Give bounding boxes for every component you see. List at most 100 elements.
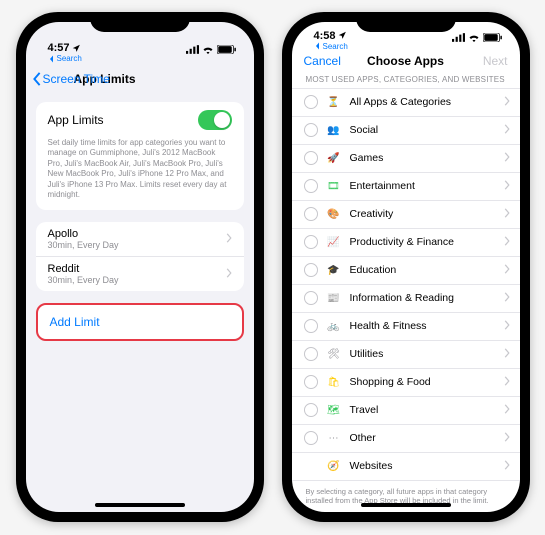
wifi-icon	[468, 33, 480, 42]
category-row[interactable]: 🚲 Health & Fitness	[292, 313, 520, 341]
category-label: Shopping & Food	[350, 376, 496, 388]
home-indicator[interactable]	[95, 503, 185, 507]
status-time: 4:58	[314, 30, 336, 42]
chevron-right-icon	[504, 93, 510, 111]
limit-name: Reddit	[48, 263, 119, 275]
screen-right: 4:58 Search Cancel	[292, 22, 520, 512]
signal-icon	[186, 45, 199, 54]
category-icon: 🚲	[326, 318, 342, 334]
location-icon	[72, 44, 81, 53]
category-label: Websites	[350, 460, 496, 472]
app-limits-card: App Limits Set daily time limits for app…	[36, 102, 244, 210]
category-icon: 🛍	[326, 374, 342, 390]
category-row[interactable]: 🛍 Shopping & Food	[292, 369, 520, 397]
app-limits-desc: Set daily time limits for app categories…	[36, 138, 244, 210]
navbar: Screen Time App Limits	[26, 64, 254, 94]
chevron-right-icon	[226, 230, 232, 248]
radio-icon[interactable]	[304, 235, 318, 249]
chevron-right-icon	[504, 345, 510, 363]
radio-icon[interactable]	[304, 95, 318, 109]
chevron-right-icon	[504, 401, 510, 419]
location-icon	[338, 31, 347, 40]
radio-icon[interactable]	[304, 263, 318, 277]
category-icon: 🗺	[326, 402, 342, 418]
cancel-button[interactable]: Cancel	[304, 54, 341, 68]
radio-icon[interactable]	[304, 291, 318, 305]
category-row[interactable]: ⏳ All Apps & Categories	[292, 89, 520, 117]
category-icon: 🚀	[326, 150, 342, 166]
notch	[356, 12, 456, 32]
content: App Limits Set daily time limits for app…	[26, 94, 254, 512]
signal-icon	[452, 33, 465, 42]
category-list: ⏳ All Apps & Categories 👥Social🚀Games 🎞 Ente…	[292, 88, 520, 481]
category-label: Entertainment	[350, 180, 496, 192]
category-icon: 📈	[326, 234, 342, 250]
radio-icon[interactable]	[304, 431, 318, 445]
breadcrumb-search[interactable]: Search	[26, 54, 254, 64]
screen-left: 4:57 Search	[26, 22, 254, 512]
section-header: MOST USED APPS, CATEGORIES, AND WEBSITES	[292, 71, 520, 88]
home-indicator[interactable]	[361, 503, 451, 507]
next-button[interactable]: Next	[483, 54, 508, 68]
toggle-label: App Limits	[48, 113, 104, 127]
battery-icon	[217, 45, 236, 54]
limit-sub: 30min, Every Day	[48, 275, 119, 285]
category-row[interactable]: 🚀Games	[292, 145, 520, 173]
category-label: Utilities	[350, 348, 496, 360]
radio-icon[interactable]	[304, 403, 318, 417]
category-row[interactable]: 📰Information & Reading	[292, 285, 520, 313]
chevron-right-icon	[504, 205, 510, 223]
category-icon: ⋯	[326, 430, 342, 446]
category-label: All Apps & Categories	[350, 96, 496, 108]
category-icon: ⏳	[326, 94, 342, 110]
add-limit-button[interactable]: Add Limit	[36, 303, 244, 341]
chevron-right-icon	[504, 429, 510, 447]
app-limits-toggle-row: App Limits	[36, 102, 244, 138]
limits-list: Apollo 30min, Every Day Reddit 30min, Ev…	[36, 222, 244, 291]
breadcrumb-search[interactable]: Search	[292, 42, 520, 52]
limit-name: Apollo	[48, 228, 119, 240]
category-label: Creativity	[350, 208, 496, 220]
category-row[interactable]: ⋯Other	[292, 425, 520, 453]
radio-icon[interactable]	[304, 179, 318, 193]
category-icon: 📰	[326, 290, 342, 306]
battery-icon	[483, 33, 502, 42]
page-title: Choose Apps	[367, 54, 444, 68]
category-row[interactable]: 📈 Productivity & Finance	[292, 229, 520, 257]
radio-icon[interactable]	[304, 319, 318, 333]
back-button[interactable]: Screen Time	[32, 72, 110, 86]
chevron-right-icon	[504, 121, 510, 139]
wifi-icon	[202, 45, 214, 54]
category-row[interactable]: 🎨 Creativity	[292, 201, 520, 229]
category-icon: 🧭	[326, 458, 342, 474]
category-icon: 🎨	[326, 206, 342, 222]
radio-icon[interactable]	[304, 207, 318, 221]
chevron-right-icon	[504, 233, 510, 251]
limit-row[interactable]: Reddit 30min, Every Day	[36, 257, 244, 291]
phone-right: 4:58 Search Cancel	[282, 12, 530, 522]
category-label: Health & Fitness	[350, 320, 496, 332]
category-icon: 🎓	[326, 262, 342, 278]
chevron-right-icon	[226, 265, 232, 283]
limit-row[interactable]: Apollo 30min, Every Day	[36, 222, 244, 257]
category-label: Productivity & Finance	[350, 236, 496, 248]
category-icon: 🎞	[326, 178, 342, 194]
category-row[interactable]: 🧭 Websites	[292, 453, 520, 480]
category-row[interactable]: 🎞 Entertainment	[292, 173, 520, 201]
radio-icon[interactable]	[304, 347, 318, 361]
category-icon: 🛠	[326, 346, 342, 362]
chevron-right-icon	[504, 149, 510, 167]
category-row[interactable]: 👥Social	[292, 117, 520, 145]
radio-icon[interactable]	[304, 375, 318, 389]
category-icon: 👥	[326, 122, 342, 138]
category-row[interactable]: 🗺 Travel	[292, 397, 520, 425]
notch	[90, 12, 190, 32]
radio-icon[interactable]	[304, 151, 318, 165]
chevron-right-icon	[504, 457, 510, 475]
app-limits-toggle[interactable]	[198, 110, 232, 130]
footer-note: By selecting a category, all future apps…	[292, 481, 520, 513]
category-row[interactable]: 🎓Education	[292, 257, 520, 285]
category-row[interactable]: 🛠 Utilities	[292, 341, 520, 369]
radio-icon[interactable]	[304, 123, 318, 137]
category-label: Travel	[350, 404, 496, 416]
